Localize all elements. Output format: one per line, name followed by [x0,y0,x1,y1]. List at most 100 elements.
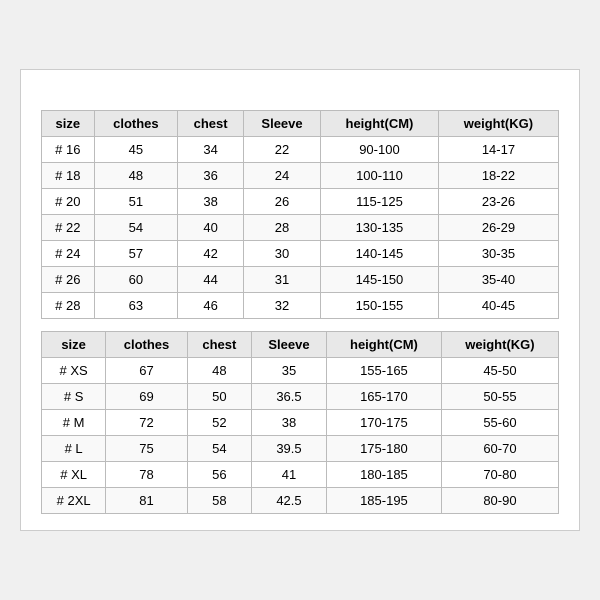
table1-col-header: weight(KG) [438,111,558,137]
table2-col-header: chest [187,332,251,358]
table-cell: 28 [244,215,321,241]
table-cell: 51 [94,189,178,215]
table-cell: 52 [187,410,251,436]
table-cell: 36 [178,163,244,189]
table2-body: # XS674835155-16545-50# S695036.5165-170… [42,358,559,514]
table-cell: 48 [94,163,178,189]
table-cell: 54 [187,436,251,462]
table-cell: 35 [251,358,326,384]
table-cell: # 24 [42,241,95,267]
table-row: # 28634632150-15540-45 [42,293,559,319]
table-cell: 140-145 [321,241,439,267]
size-table-2: sizeclotheschestSleeveheight(CM)weight(K… [41,331,559,514]
table-cell: 130-135 [321,215,439,241]
table-row: # M725238170-17555-60 [42,410,559,436]
table-cell: 18-22 [438,163,558,189]
table-row: # 2XL815842.5185-19580-90 [42,488,559,514]
table-cell: 34 [178,137,244,163]
table-cell: 32 [244,293,321,319]
table-cell: 58 [187,488,251,514]
table-cell: 115-125 [321,189,439,215]
size-chart-card: sizeclotheschestSleeveheight(CM)weight(K… [20,69,580,531]
table-cell: # XS [42,358,106,384]
table-row: # XL785641180-18570-80 [42,462,559,488]
table-cell: 42.5 [251,488,326,514]
table2-col-header: weight(KG) [441,332,558,358]
table1-col-header: size [42,111,95,137]
table-cell: 41 [251,462,326,488]
table-cell: # S [42,384,106,410]
table-cell: 57 [94,241,178,267]
table-cell: 46 [178,293,244,319]
table-cell: 48 [187,358,251,384]
table-row: # L755439.5175-18060-70 [42,436,559,462]
table-gap [41,319,559,331]
table-cell: 60-70 [441,436,558,462]
table-cell: 24 [244,163,321,189]
table-cell: 81 [106,488,187,514]
table-cell: 155-165 [326,358,441,384]
table-cell: # 28 [42,293,95,319]
table-cell: 31 [244,267,321,293]
table-cell: 54 [94,215,178,241]
table-row: # 20513826115-12523-26 [42,189,559,215]
table-cell: 75 [106,436,187,462]
table-cell: 50 [187,384,251,410]
table2-col-header: height(CM) [326,332,441,358]
table1-col-header: Sleeve [244,111,321,137]
table-cell: 145-150 [321,267,439,293]
table-cell: # 2XL [42,488,106,514]
table1-col-header: height(CM) [321,111,439,137]
table-cell: 63 [94,293,178,319]
table-cell: 26-29 [438,215,558,241]
table-cell: 22 [244,137,321,163]
table1-header-row: sizeclotheschestSleeveheight(CM)weight(K… [42,111,559,137]
table-row: # S695036.5165-17050-55 [42,384,559,410]
table-cell: 69 [106,384,187,410]
table-cell: 170-175 [326,410,441,436]
table-cell: 45-50 [441,358,558,384]
table-cell: 72 [106,410,187,436]
table-cell: 30-35 [438,241,558,267]
table-cell: # 22 [42,215,95,241]
table-cell: 70-80 [441,462,558,488]
table1-body: # 1645342290-10014-17# 18483624100-11018… [42,137,559,319]
table-cell: # 18 [42,163,95,189]
table-cell: 165-170 [326,384,441,410]
table-cell: # L [42,436,106,462]
table2-col-header: Sleeve [251,332,326,358]
table-cell: 14-17 [438,137,558,163]
table-cell: 42 [178,241,244,267]
table2-col-header: size [42,332,106,358]
table1-col-header: chest [178,111,244,137]
table-cell: 30 [244,241,321,267]
table-cell: 56 [187,462,251,488]
table-cell: 78 [106,462,187,488]
table-cell: 175-180 [326,436,441,462]
table-cell: 45 [94,137,178,163]
table1-header: sizeclotheschestSleeveheight(CM)weight(K… [42,111,559,137]
table-cell: 35-40 [438,267,558,293]
table-cell: 26 [244,189,321,215]
table-row: # 24574230140-14530-35 [42,241,559,267]
table-cell: 38 [251,410,326,436]
table-cell: 50-55 [441,384,558,410]
table1-col-header: clothes [94,111,178,137]
size-table-1: sizeclotheschestSleeveheight(CM)weight(K… [41,110,559,319]
table-row: # 18483624100-11018-22 [42,163,559,189]
table-cell: 36.5 [251,384,326,410]
table-cell: # 26 [42,267,95,293]
table-cell: 39.5 [251,436,326,462]
table2-col-header: clothes [106,332,187,358]
table-cell: 90-100 [321,137,439,163]
table-row: # 1645342290-10014-17 [42,137,559,163]
table-cell: 185-195 [326,488,441,514]
table-cell: 40-45 [438,293,558,319]
table-cell: # 16 [42,137,95,163]
table-cell: 55-60 [441,410,558,436]
table-cell: # XL [42,462,106,488]
table-cell: 23-26 [438,189,558,215]
table-cell: # 20 [42,189,95,215]
table-cell: 67 [106,358,187,384]
table-cell: 40 [178,215,244,241]
